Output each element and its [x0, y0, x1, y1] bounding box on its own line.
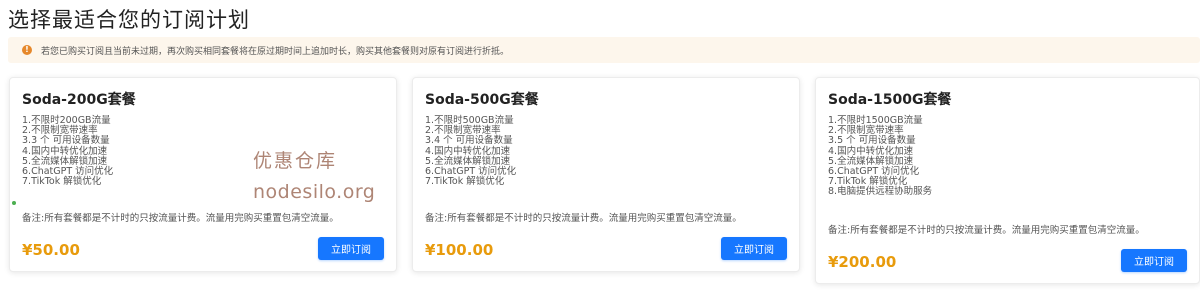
- subscribe-button-1500g[interactable]: 立即订阅: [1121, 249, 1187, 272]
- plan-remark: 备注:所有套餐都是不计时的只按流量计费。流量用完购买重置包清空流量。: [425, 213, 742, 224]
- plan-price: ¥100.00: [425, 241, 494, 259]
- plan-feature: 7.TikTok 解锁优化: [22, 176, 102, 188]
- plan-card-500g: Soda-500G套餐 1.不限时500GB流量 2.不限制宽带速率 3.4 个…: [412, 77, 800, 272]
- warning-circle-icon: !: [22, 45, 32, 55]
- plan-remark: 备注:所有套餐都是不计时的只按流量计费。流量用完购买重置包清空流量。: [22, 213, 339, 224]
- info-notice: ! 若您已购买订阅且当前未过期，再次购买相同套餐将在原过期时间上追加时长，购买其…: [8, 37, 1200, 63]
- watermark: 优惠仓库 nodesilo.org: [253, 146, 375, 203]
- plan-feature-list: 1.不限时200GB流量 2.不限制宽带速率 3.3 个 可用设备数量 4.国内…: [22, 115, 113, 188]
- notice-text: 若您已购买订阅且当前未过期，再次购买相同套餐将在原过期时间上追加时长，购买其他套…: [41, 46, 510, 57]
- plan-feature: 7.TikTok 解锁优化: [425, 176, 505, 188]
- plan-price: ¥50.00: [22, 241, 80, 259]
- plan-price: ¥200.00: [828, 253, 897, 271]
- plan-title: Soda-200G套餐: [22, 92, 136, 108]
- page-title: 选择最适合您的订阅计划: [8, 8, 250, 32]
- watermark-line-1: 优惠仓库: [253, 150, 338, 172]
- plan-card-1500g: Soda-1500G套餐 1.不限时1500GB流量 2.不限制宽带速率 3.5…: [815, 77, 1200, 284]
- subscribe-button-500g[interactable]: 立即订阅: [721, 237, 787, 260]
- plan-feature-list: 1.不限时500GB流量 2.不限制宽带速率 3.4 个 可用设备数量 4.国内…: [425, 115, 516, 188]
- subscribe-button-200g[interactable]: 立即订阅: [318, 237, 384, 260]
- plan-feature-list: 1.不限时1500GB流量 2.不限制宽带速率 3.5 个 可用设备数量 4.国…: [828, 115, 933, 198]
- status-dot: [12, 201, 16, 205]
- watermark-line-2: nodesilo.org: [253, 181, 376, 203]
- plan-remark: 备注:所有套餐都是不计时的只按流量计费。流量用完购买重置包清空流量。: [828, 225, 1145, 236]
- plan-title: Soda-500G套餐: [425, 92, 539, 108]
- plan-feature: 8.电脑提供远程协助服务: [828, 186, 933, 198]
- plan-title: Soda-1500G套餐: [828, 92, 952, 108]
